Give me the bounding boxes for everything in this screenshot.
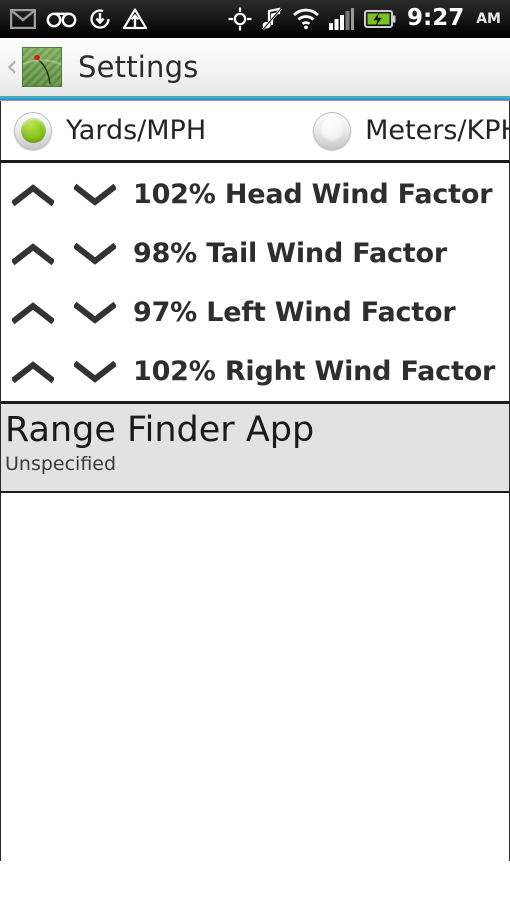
title-bar: ‹ Settings: [0, 38, 510, 96]
radio-button-selected-icon[interactable]: [14, 111, 52, 150]
wind-factor-row-right: 102% Right Wind Factor: [1, 342, 509, 401]
status-bar-clock: 9:27: [407, 5, 465, 31]
units-radio-group: Yards/MPH Meters/KPH: [0, 101, 510, 163]
gmail-icon: [10, 8, 36, 29]
head-wind-factor-label: 102% Head Wind Factor: [133, 179, 493, 210]
increase-tail-wind-chevron-up-icon[interactable]: [12, 241, 54, 267]
page-title: Settings: [78, 50, 199, 84]
wind-factor-row-head: 102% Head Wind Factor: [1, 165, 509, 224]
battery-charging-icon: [364, 9, 396, 28]
trajectory-arc-icon: [23, 57, 61, 85]
decrease-right-wind-chevron-down-icon[interactable]: [74, 359, 116, 385]
wind-factor-list: 102% Head Wind Factor 98% Tail Wind Fact…: [0, 163, 510, 404]
status-bar-meridiem: AM: [476, 10, 501, 27]
increase-right-wind-chevron-up-icon[interactable]: [12, 359, 54, 385]
decrease-head-wind-chevron-down-icon[interactable]: [74, 182, 116, 208]
left-wind-factor-label: 97% Left Wind Factor: [133, 297, 456, 328]
warning-upload-icon: [122, 7, 148, 29]
radio-dot: [20, 118, 46, 143]
range-finder-app-icon[interactable]: [22, 47, 62, 87]
music-muted-icon: [262, 7, 282, 30]
signal-bars-icon: [329, 7, 354, 30]
radio-option-meters-kph[interactable]: Meters/KPH: [206, 111, 510, 150]
empty-content-area: [0, 493, 510, 861]
radio-dot-empty: [319, 118, 345, 143]
voicemail-icon: [46, 12, 77, 27]
status-bar-left-icons: [0, 7, 148, 31]
wifi-icon: [293, 8, 319, 29]
download-sync-icon: [90, 8, 110, 29]
wind-factor-row-tail: 98% Tail Wind Factor: [1, 224, 509, 283]
wind-factor-row-left: 97% Left Wind Factor: [1, 283, 509, 342]
app-banner-title: Range Finder App: [5, 410, 315, 450]
increase-head-wind-chevron-up-icon[interactable]: [12, 182, 54, 208]
radio-label-yards-mph: Yards/MPH: [66, 115, 207, 146]
back-chevron-icon[interactable]: ‹: [0, 52, 22, 82]
gps-icon: [228, 7, 252, 30]
tail-wind-factor-label: 98% Tail Wind Factor: [133, 238, 447, 269]
radio-option-yards-mph[interactable]: Yards/MPH: [1, 111, 207, 150]
status-bar-right-icons: 9:27 AM: [228, 7, 510, 31]
right-wind-factor-label: 102% Right Wind Factor: [133, 356, 496, 387]
app-banner-subtitle: Unspecified: [5, 453, 117, 475]
increase-left-wind-chevron-up-icon[interactable]: [12, 300, 54, 326]
status-bar: 9:27 AM: [0, 0, 510, 38]
decrease-tail-wind-chevron-down-icon[interactable]: [74, 241, 116, 267]
app-banner[interactable]: Range Finder App Unspecified: [0, 404, 510, 493]
radio-button-unselected-icon[interactable]: [313, 111, 352, 150]
decrease-left-wind-chevron-down-icon[interactable]: [74, 300, 116, 326]
ball-marker-icon: [34, 55, 40, 60]
radio-label-meters-kph: Meters/KPH: [365, 115, 510, 146]
